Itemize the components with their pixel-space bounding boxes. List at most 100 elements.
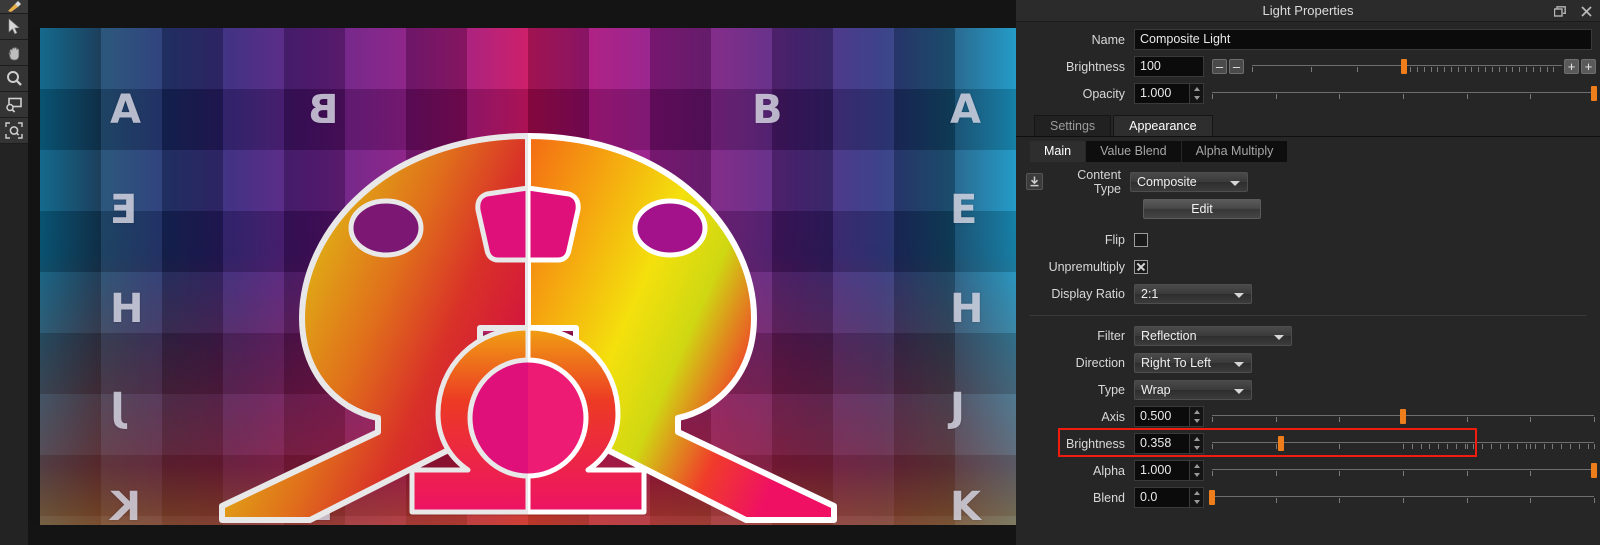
slider-handle[interactable] bbox=[1209, 490, 1215, 505]
zoom-tool[interactable] bbox=[0, 66, 28, 92]
subtab-value-blend[interactable]: Value Blend bbox=[1086, 141, 1181, 162]
unpremultiply-checkbox[interactable] bbox=[1134, 259, 1148, 274]
edit-button[interactable]: Edit bbox=[1143, 198, 1261, 219]
chevron-down-icon bbox=[1274, 334, 1284, 340]
slider-handle[interactable] bbox=[1400, 59, 1407, 74]
opacity-label: Opacity bbox=[1082, 86, 1125, 101]
zoom-region-tool[interactable] bbox=[0, 92, 28, 118]
slider-ticks bbox=[1212, 498, 1595, 504]
hand-icon bbox=[8, 47, 19, 61]
outer-tabs: Settings Appearance bbox=[1016, 115, 1600, 137]
display-ratio-select[interactable]: 2:1 bbox=[1134, 283, 1252, 304]
direction-select[interactable]: Right To Left bbox=[1134, 352, 1252, 373]
subtab-alpha-multiply[interactable]: Alpha Multiply bbox=[1181, 141, 1288, 162]
direction-value: Right To Left bbox=[1141, 355, 1211, 370]
pan-tool[interactable] bbox=[0, 40, 28, 66]
close-icon[interactable] bbox=[1578, 3, 1594, 19]
tab-settings[interactable]: Settings bbox=[1034, 115, 1112, 136]
type-select[interactable]: Wrap bbox=[1134, 379, 1252, 400]
brush-icon bbox=[8, 0, 21, 12]
direction-row: Direction Right To Left bbox=[1016, 349, 1600, 376]
brightness-decrease-coarse-button[interactable]: – bbox=[1229, 59, 1244, 74]
axis-param-stepper[interactable] bbox=[1190, 406, 1204, 427]
brightness-decrease-fine-button[interactable]: – bbox=[1212, 59, 1227, 74]
name-input[interactable]: Composite Light bbox=[1134, 29, 1592, 50]
slider-handle[interactable] bbox=[1277, 436, 1284, 451]
slider-handle[interactable] bbox=[1591, 463, 1597, 478]
axis-param-input[interactable]: 0.500 bbox=[1134, 406, 1190, 427]
brightness-increase-coarse-button[interactable]: + bbox=[1581, 59, 1596, 74]
flip-checkbox[interactable] bbox=[1134, 232, 1148, 247]
brightness-param-input[interactable]: 0.358 bbox=[1134, 433, 1190, 454]
chevron-down-icon bbox=[1234, 388, 1244, 394]
axis-param-row: Axis 0.500 bbox=[1016, 403, 1600, 430]
type-row: Type Wrap bbox=[1016, 376, 1600, 403]
alpha-param-slider[interactable] bbox=[1212, 460, 1597, 481]
chevron-down-icon bbox=[1234, 361, 1244, 367]
filter-value: Reflection bbox=[1141, 328, 1197, 343]
opacity-input[interactable]: 1.000 bbox=[1134, 83, 1190, 104]
filter-select[interactable]: Reflection bbox=[1134, 325, 1292, 346]
slider-handle[interactable] bbox=[1591, 86, 1597, 101]
magnifier-fit-icon bbox=[5, 122, 23, 139]
select-tool[interactable] bbox=[0, 14, 28, 40]
panel-title: Light Properties bbox=[1262, 3, 1354, 18]
main-tab-body: Content Type Composite Edit Flip Unpremu… bbox=[1016, 162, 1600, 511]
alpha-param-label: Alpha bbox=[1093, 463, 1125, 478]
alpha-param-input[interactable]: 1.000 bbox=[1134, 460, 1190, 481]
brightness-increase-fine-button[interactable]: + bbox=[1564, 59, 1579, 74]
tab-appearance[interactable]: Appearance bbox=[1113, 115, 1213, 136]
flip-row: Flip bbox=[1016, 226, 1600, 253]
subtab-main[interactable]: Main bbox=[1030, 141, 1086, 162]
zoom-fit-tool[interactable] bbox=[0, 118, 28, 144]
name-row: Name Composite Light bbox=[1016, 26, 1600, 53]
content-type-label: Content Type bbox=[1077, 167, 1121, 196]
axis-param-label: Axis bbox=[1101, 409, 1125, 424]
rendered-image: ABBAEEHHJJKLLK bbox=[40, 28, 1016, 525]
brightness-param-row: Brightness 0.358 bbox=[1016, 430, 1600, 457]
opacity-slider[interactable] bbox=[1212, 83, 1597, 104]
blend-param-input[interactable]: 0.0 bbox=[1134, 487, 1190, 508]
display-ratio-label: Display Ratio bbox=[1051, 286, 1125, 301]
magnifier-icon bbox=[6, 71, 22, 86]
content-type-select[interactable]: Composite bbox=[1130, 171, 1248, 192]
name-label: Name bbox=[1091, 32, 1125, 47]
alpha-param-row: Alpha 1.000 bbox=[1016, 457, 1600, 484]
left-toolbar bbox=[0, 0, 28, 545]
arrow-cursor-icon bbox=[8, 18, 20, 35]
viewer-top-letterbox bbox=[28, 0, 1016, 28]
filter-label: Filter bbox=[1097, 328, 1125, 343]
edit-row: Edit bbox=[1016, 195, 1600, 222]
flip-label: Flip bbox=[1104, 232, 1125, 247]
slider-ticks bbox=[1252, 67, 1562, 73]
blend-param-label: Blend bbox=[1093, 490, 1125, 505]
brightness-slider[interactable] bbox=[1252, 56, 1562, 77]
type-label: Type bbox=[1097, 382, 1125, 397]
undock-icon[interactable] bbox=[1552, 3, 1568, 19]
slider-track bbox=[1212, 442, 1594, 443]
opacity-row: Opacity 1.000 bbox=[1016, 80, 1600, 107]
alien-r-glyph bbox=[40, 28, 1016, 525]
axis-param-slider[interactable] bbox=[1212, 406, 1595, 427]
slider-handle[interactable] bbox=[1400, 409, 1406, 424]
section-divider bbox=[1030, 315, 1586, 316]
panel-titlebar: Light Properties bbox=[1016, 0, 1600, 22]
image-viewer[interactable]: ABBAEEHHJJKLLK bbox=[28, 0, 1016, 545]
opacity-stepper[interactable] bbox=[1190, 83, 1204, 104]
brush-tool[interactable] bbox=[0, 0, 28, 14]
toolbar-empty-space bbox=[0, 144, 28, 545]
alpha-param-stepper[interactable] bbox=[1190, 460, 1204, 481]
type-value: Wrap bbox=[1141, 382, 1171, 397]
slider-ticks bbox=[1212, 94, 1595, 100]
blend-param-slider[interactable] bbox=[1209, 487, 1595, 508]
slider-track bbox=[1212, 469, 1594, 470]
slider-track bbox=[1212, 92, 1594, 93]
blend-param-stepper[interactable] bbox=[1190, 487, 1204, 508]
brightness-param-label: Brightness bbox=[1065, 436, 1125, 451]
import-download-icon[interactable] bbox=[1026, 173, 1043, 190]
brightness-param-slider[interactable] bbox=[1212, 433, 1595, 454]
slider-ticks bbox=[1212, 471, 1595, 477]
filter-parameter-rows: Axis 0.500 Brightness 0.358 Alpha 1.000 Blend 0… bbox=[1016, 403, 1600, 511]
brightness-param-stepper[interactable] bbox=[1190, 433, 1204, 454]
brightness-input[interactable]: 100 bbox=[1134, 56, 1204, 77]
